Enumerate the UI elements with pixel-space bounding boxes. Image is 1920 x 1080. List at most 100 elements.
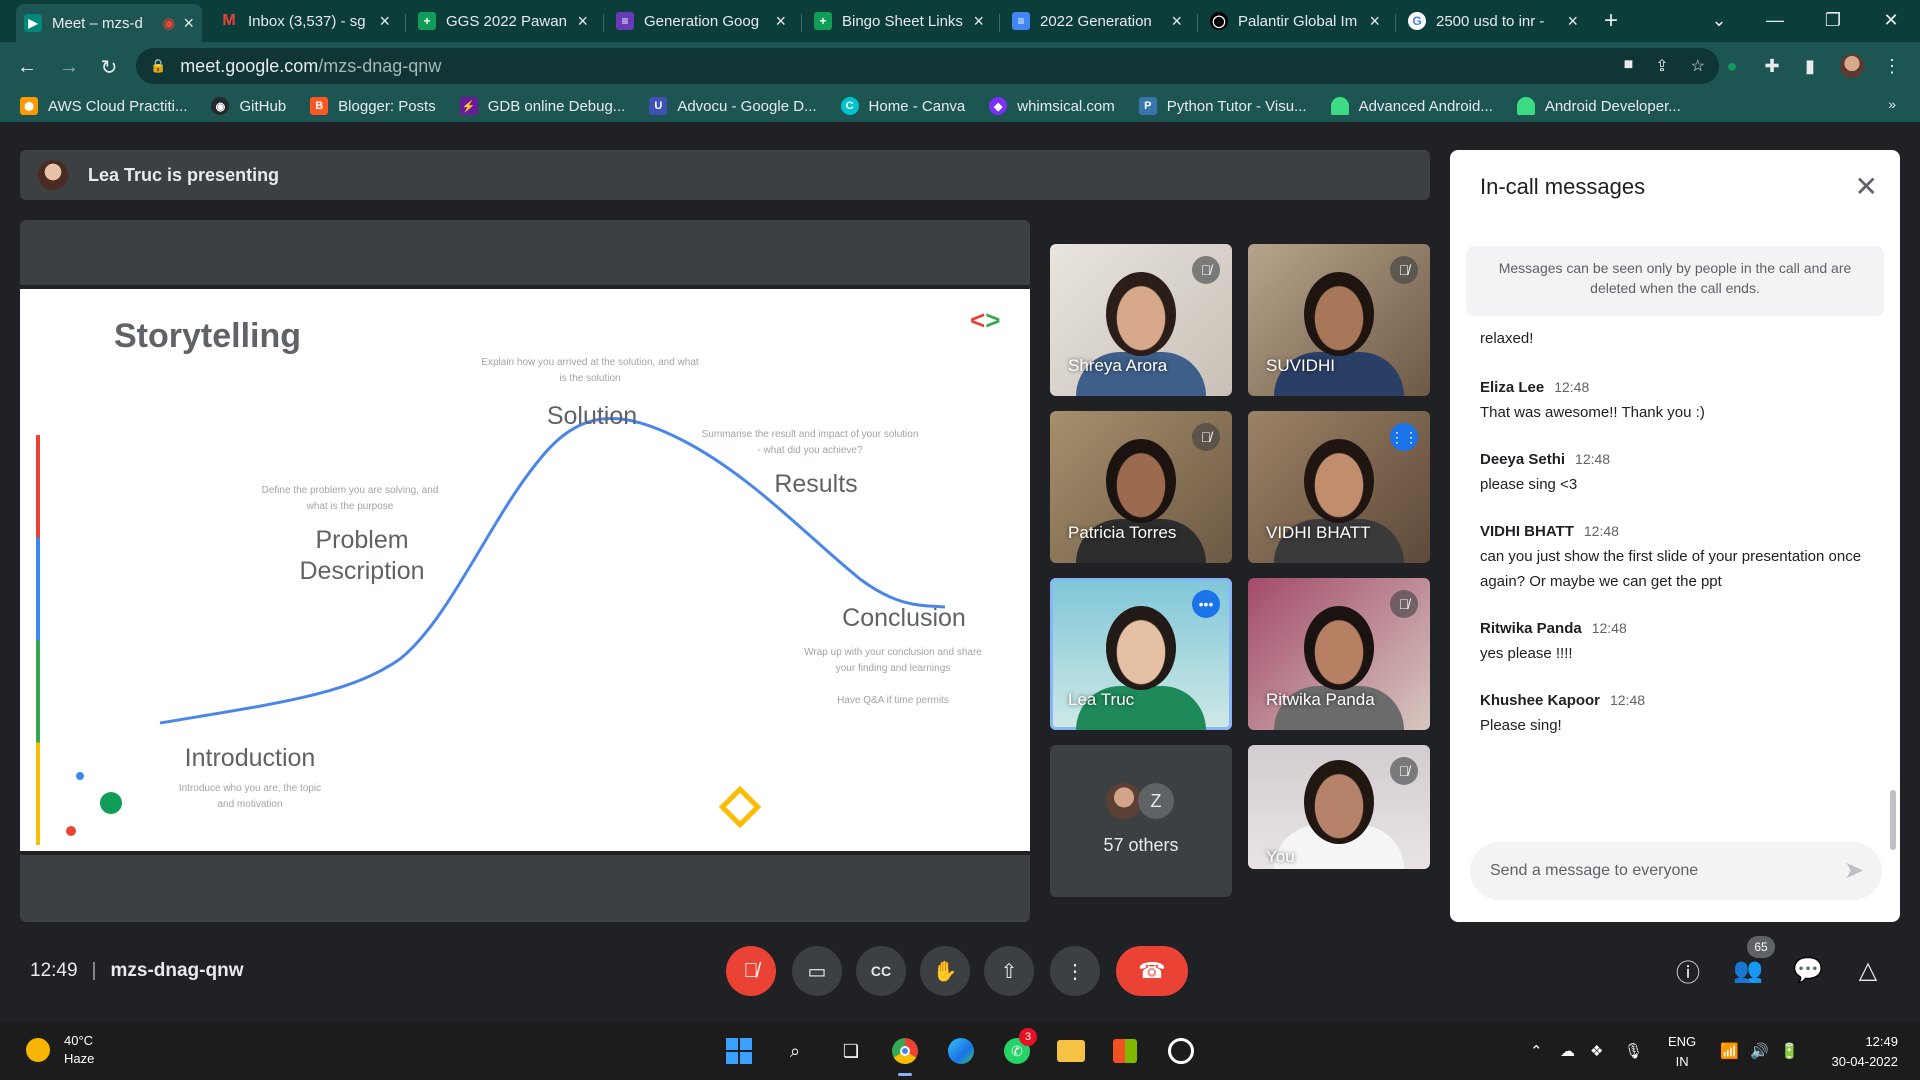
new-tab-button[interactable]: +: [1596, 6, 1632, 36]
profile-avatar[interactable]: [1836, 50, 1868, 82]
more-options-icon[interactable]: •••: [1192, 590, 1220, 618]
tab-forms[interactable]: ≡ Generation Goog ×: [608, 6, 794, 36]
bookmark-blogger[interactable]: B Blogger: Posts: [310, 97, 436, 115]
meeting-details-button[interactable]: ⓘ: [1664, 946, 1712, 994]
close-icon[interactable]: ×: [1567, 11, 1578, 32]
window-close-button[interactable]: ✕: [1866, 0, 1916, 40]
bookmarks-overflow-icon[interactable]: »: [1888, 96, 1896, 112]
close-icon[interactable]: ×: [183, 13, 194, 34]
volume-icon[interactable]: 🔊: [1750, 1042, 1769, 1060]
chat-button[interactable]: 💬: [1784, 946, 1832, 994]
more-options-button[interactable]: ⋮: [1050, 946, 1100, 996]
leave-call-button[interactable]: ☎: [1116, 946, 1188, 996]
microphone-toggle-button[interactable]: 🎙̸: [726, 946, 776, 996]
activities-button[interactable]: △: [1844, 946, 1892, 994]
bookmark-whimsical[interactable]: ◆ whimsical.com: [989, 97, 1115, 115]
bookmark-github[interactable]: ◉ GitHub: [211, 97, 286, 115]
bookmark-advocu[interactable]: U Advocu - Google D...: [649, 97, 817, 115]
meeting-code[interactable]: mzs-dnag-qnw: [110, 960, 243, 981]
tray-overflow-icon[interactable]: ⌃: [1530, 1042, 1543, 1060]
bookmark-aws[interactable]: ⬢ AWS Cloud Practiti...: [20, 97, 187, 115]
github-icon: ◉: [211, 97, 230, 115]
participant-tile[interactable]: ⋮⋮ VIDHI BHATT: [1248, 411, 1430, 563]
tab-meet[interactable]: ▶ Meet – mzs-d ◉ ×: [16, 4, 202, 42]
raise-hand-button[interactable]: ✋: [920, 946, 970, 996]
close-icon[interactable]: ×: [379, 11, 390, 32]
bookmark-gdb[interactable]: ⚡ GDB online Debug...: [459, 97, 625, 115]
start-button[interactable]: [722, 1034, 756, 1068]
story-arc-curve: [159, 417, 946, 725]
tab-docs[interactable]: ≡ 2022 Generation ×: [1004, 6, 1190, 36]
minimize-button[interactable]: —: [1750, 0, 1800, 40]
captions-button[interactable]: CC: [856, 946, 906, 996]
close-icon[interactable]: ×: [1171, 11, 1182, 32]
tab-gmail[interactable]: M Inbox (3,537) - sg ×: [212, 6, 398, 36]
task-view-button[interactable]: ❏: [834, 1034, 868, 1068]
chat-message-input[interactable]: [1490, 862, 1820, 880]
tab-search-button[interactable]: ⌄: [1694, 0, 1744, 40]
taskbar-store[interactable]: [1108, 1034, 1142, 1068]
close-icon[interactable]: ×: [775, 11, 786, 32]
restore-button[interactable]: ❐: [1808, 0, 1858, 40]
forward-button[interactable]: →: [54, 52, 84, 82]
tab-palantir[interactable]: ◯ Palantir Global Im ×: [1202, 6, 1388, 36]
system-clock[interactable]: 12:49 30-04-2022: [1818, 1032, 1899, 1072]
search-button[interactable]: ⌕: [778, 1034, 812, 1068]
address-bar[interactable]: 🔒 meet.google.com/mzs-dnag-qnw ■ ⇪ ☆: [136, 48, 1719, 84]
tray-dropbox-icon[interactable]: ❖: [1590, 1042, 1603, 1060]
bookmark-python-tutor[interactable]: P Python Tutor - Visu...: [1138, 97, 1307, 115]
reload-button[interactable]: ↻: [94, 52, 124, 82]
wifi-icon[interactable]: 📶: [1720, 1042, 1739, 1060]
tab-label: GGS 2022 Pawan: [446, 12, 567, 30]
chat-scrollbar[interactable]: [1890, 790, 1896, 850]
battery-icon[interactable]: 🔋: [1780, 1042, 1799, 1060]
back-button[interactable]: ←: [12, 52, 42, 82]
taskbar-edge[interactable]: [944, 1034, 978, 1068]
taskbar-chrome[interactable]: [888, 1034, 922, 1076]
bookmark-label: Python Tutor - Visu...: [1166, 97, 1307, 115]
recording-icon: ◉: [162, 15, 176, 32]
tab-google-search[interactable]: G 2500 usd to inr - ×: [1400, 6, 1586, 36]
participant-tile[interactable]: 🎙̸ SUVIDHI: [1248, 244, 1430, 396]
bookmark-canva[interactable]: C Home - Canva: [840, 97, 965, 115]
tray-microphone-icon[interactable]: 🎙: [1624, 1042, 1643, 1060]
stage-note: Wrap up with your conclusion and share y…: [804, 647, 982, 674]
edge-icon: [948, 1038, 974, 1064]
participant-tile[interactable]: 🎙̸ Ritwika Panda: [1248, 578, 1430, 730]
side-panel-icon[interactable]: ▮: [1794, 50, 1826, 82]
present-button[interactable]: ⇧: [984, 946, 1034, 996]
close-icon[interactable]: ×: [973, 11, 984, 32]
tray-app-icon[interactable]: ☁: [1560, 1042, 1575, 1060]
bookmark-android-developer[interactable]: Android Developer...: [1516, 97, 1681, 115]
camera-in-use-icon[interactable]: ■: [1624, 56, 1634, 76]
hand-icon: ✋: [932, 960, 958, 983]
close-icon[interactable]: ✕: [1855, 170, 1878, 203]
bookmark-label: Android Developer...: [1544, 97, 1681, 115]
camera-toggle-button[interactable]: ▭: [792, 946, 842, 996]
participant-tile[interactable]: 🎙̸ Patricia Torres: [1050, 411, 1232, 563]
extensions-icon[interactable]: ✚: [1756, 50, 1788, 82]
tab-ggs-sheet[interactable]: + GGS 2022 Pawan ×: [410, 6, 596, 36]
self-view-tile[interactable]: 🎙̸ You: [1248, 745, 1430, 869]
bookmark-star-icon[interactable]: ☆: [1691, 56, 1705, 76]
participant-tile-pinned[interactable]: ••• Lea Truc: [1050, 578, 1232, 730]
share-icon[interactable]: ⇪: [1655, 56, 1668, 76]
meet-icon: ▶: [24, 14, 42, 32]
participant-tile[interactable]: 🎙̸ Shreya Arora: [1050, 244, 1232, 396]
decor-dot: [100, 792, 122, 814]
people-count-badge: 65: [1747, 936, 1775, 958]
more-menu-icon[interactable]: ⋮: [1876, 50, 1908, 82]
weather-widget[interactable]: 40°C Haze: [26, 1032, 94, 1068]
close-icon[interactable]: ×: [577, 11, 588, 32]
taskbar-palantir[interactable]: [1164, 1034, 1198, 1068]
stage-label: Solution: [546, 402, 638, 430]
bookmark-label: Advocu - Google D...: [677, 97, 817, 115]
send-icon[interactable]: ➤: [1844, 856, 1864, 885]
tab-bingo-sheet[interactable]: + Bingo Sheet Links ×: [806, 6, 992, 36]
grammarly-icon[interactable]: ●: [1716, 50, 1748, 82]
close-icon[interactable]: ×: [1369, 11, 1380, 32]
bookmark-advanced-android[interactable]: Advanced Android...: [1330, 97, 1493, 115]
others-tile[interactable]: Z 57 others: [1050, 745, 1232, 897]
input-language[interactable]: ENG IN: [1668, 1032, 1696, 1072]
taskbar-file-explorer[interactable]: [1054, 1034, 1088, 1068]
